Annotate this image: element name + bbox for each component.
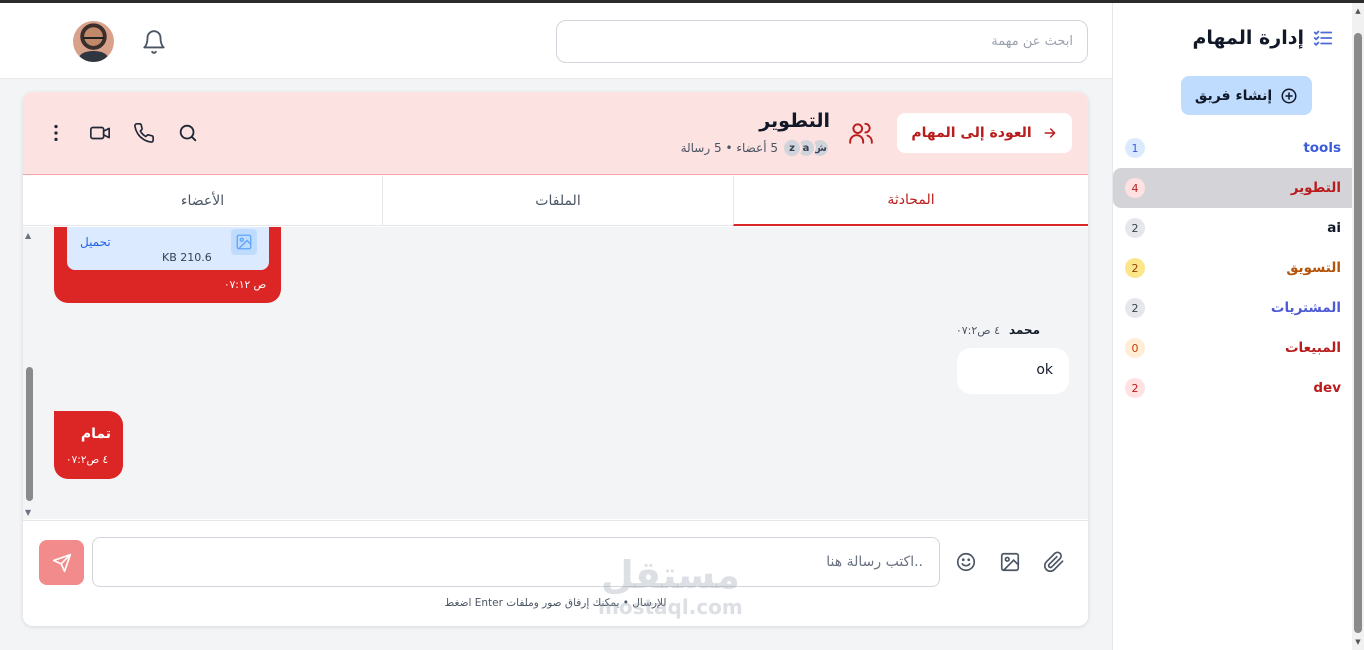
send-button[interactable] (39, 540, 84, 585)
scroll-down-arrow-icon[interactable]: ▼ (25, 508, 31, 517)
team-item-purchases[interactable]: المشتريات 2 (1113, 288, 1353, 328)
chat-panel: العودة إلى المهام التطوير z a ش 5 أعضاء … (23, 92, 1088, 626)
messages-scrollbar[interactable]: ▲ ▼ (23, 227, 35, 519)
team-item-ai[interactable]: ai 2 (1113, 208, 1353, 248)
outgoing-message-bubble: تمام ۰۷:۲٤ ص (54, 411, 123, 479)
composer-hint: اضغط Enter للإرسال • يمكنك إرفاق صور ومل… (444, 597, 667, 609)
team-name: التطوير (1290, 180, 1341, 196)
team-name: التسويق (1286, 260, 1341, 276)
more-vertical-icon[interactable] (45, 122, 67, 144)
team-item-tools[interactable]: tools 1 (1113, 128, 1353, 168)
team-count-badge: 2 (1125, 298, 1145, 318)
team-count-badge: 2 (1125, 218, 1145, 238)
mostaql-watermark: مستقل mostaql.com (598, 555, 743, 619)
team-name: المشتريات (1270, 300, 1341, 316)
tab-files[interactable]: الملفات (382, 176, 733, 226)
watermark-url: mostaql.com (598, 595, 743, 619)
channel-meta: z a ش 5 أعضاء • 5 رسالة (681, 138, 830, 158)
file-size: KB 210.6 (162, 251, 212, 264)
tab-members[interactable]: الأعضاء (23, 176, 382, 226)
message-list[interactable]: ▲ ▼ تحميل KB 210.6 ۰۷:۱۲ ص محمد ۰۷:۲٤ ص … (23, 227, 1088, 519)
team-list: tools 1 التطوير 4 ai 2 التسويق 2 المشتريات 2 … (1113, 128, 1353, 408)
message-input[interactable] (92, 537, 940, 587)
page-scrollbar-thumb[interactable] (1354, 33, 1362, 633)
page-scrollbar[interactable]: ▲ ▼ (1352, 3, 1364, 650)
image-file-icon (231, 229, 257, 255)
arrow-right-icon (1044, 128, 1056, 138)
search-icon[interactable] (177, 122, 199, 144)
watermark-arabic: مستقل (600, 553, 740, 597)
team-item-development[interactable]: التطوير 4 (1113, 168, 1353, 208)
channel-meta-text: 5 أعضاء • 5 رسالة (680, 141, 778, 155)
brand: إدارة المهام (1192, 27, 1334, 49)
team-count-badge: 4 (1125, 178, 1145, 198)
message-time: ۰۷:۱۲ ص (224, 279, 267, 291)
team-item-dev[interactable]: dev 2 (1113, 368, 1353, 408)
message-time: ۰۷:۲٤ ص (66, 454, 109, 466)
paperclip-icon[interactable] (1043, 551, 1065, 573)
member-avatars: z a ش (782, 138, 830, 158)
search-input[interactable] (556, 20, 1088, 63)
messages-scrollbar-thumb[interactable] (26, 367, 33, 501)
chat-tabs: المحادثة الملفات الأعضاء (23, 176, 1088, 226)
message-time: ۰۷:۲٤ ص (955, 324, 1000, 337)
create-team-label: إنشاء فريق (1194, 87, 1273, 104)
file-message-bubble: تحميل KB 210.6 ۰۷:۱۲ ص (54, 227, 281, 303)
team-name: tools (1303, 140, 1341, 156)
team-item-sales[interactable]: المبيعات 0 (1113, 328, 1353, 368)
back-to-tasks-button[interactable]: العودة إلى المهام (897, 113, 1072, 153)
incoming-message-bubble: ok (957, 348, 1069, 394)
team-count-badge: 2 (1125, 258, 1145, 278)
phone-icon[interactable] (133, 122, 155, 144)
back-button-label: العودة إلى المهام (911, 125, 1032, 141)
bell-icon[interactable] (141, 29, 167, 57)
teams-sidebar: إدارة المهام إنشاء فريق tools 1 التطوير 4 … (1112, 3, 1353, 650)
app-title: إدارة المهام (1192, 27, 1304, 49)
message-text: ok (1036, 362, 1053, 378)
user-avatar[interactable] (73, 21, 114, 62)
list-checks-icon (1312, 27, 1334, 49)
team-count-badge: 0 (1125, 338, 1145, 358)
message-sender: محمد (1008, 323, 1040, 337)
chat-header: العودة إلى المهام التطوير z a ش 5 أعضاء … (23, 92, 1088, 175)
chat-header-actions (45, 122, 199, 144)
team-count-badge: 2 (1125, 378, 1145, 398)
image-upload-icon[interactable] (999, 551, 1021, 573)
plus-circle-icon (1281, 88, 1297, 103)
file-attachment: تحميل KB 210.6 (67, 227, 269, 270)
create-team-button[interactable]: إنشاء فريق (1181, 76, 1312, 115)
video-call-icon[interactable] (89, 122, 111, 144)
channel-title: التطوير (759, 110, 830, 132)
team-name: ai (1327, 220, 1341, 236)
member-avatar: z (782, 138, 802, 158)
team-count-badge: 1 (1125, 138, 1145, 158)
send-icon (52, 553, 71, 572)
scroll-up-arrow-icon[interactable]: ▲ (1354, 7, 1362, 15)
scroll-up-arrow-icon[interactable]: ▲ (25, 231, 31, 240)
team-name: dev (1313, 380, 1341, 396)
team-name: المبيعات (1284, 340, 1341, 356)
message-composer: اضغط Enter للإرسال • يمكنك إرفاق صور ومل… (23, 520, 1088, 626)
download-link[interactable]: تحميل (80, 235, 111, 249)
users-icon (848, 120, 874, 146)
message-text: تمام (80, 426, 111, 442)
team-item-marketing[interactable]: التسويق 2 (1113, 248, 1353, 288)
emoji-icon[interactable] (955, 551, 977, 573)
scroll-down-arrow-icon[interactable]: ▼ (1354, 638, 1362, 646)
composer-tools (955, 551, 1065, 573)
top-header (0, 3, 1112, 79)
tab-chat[interactable]: المحادثة (733, 176, 1088, 226)
